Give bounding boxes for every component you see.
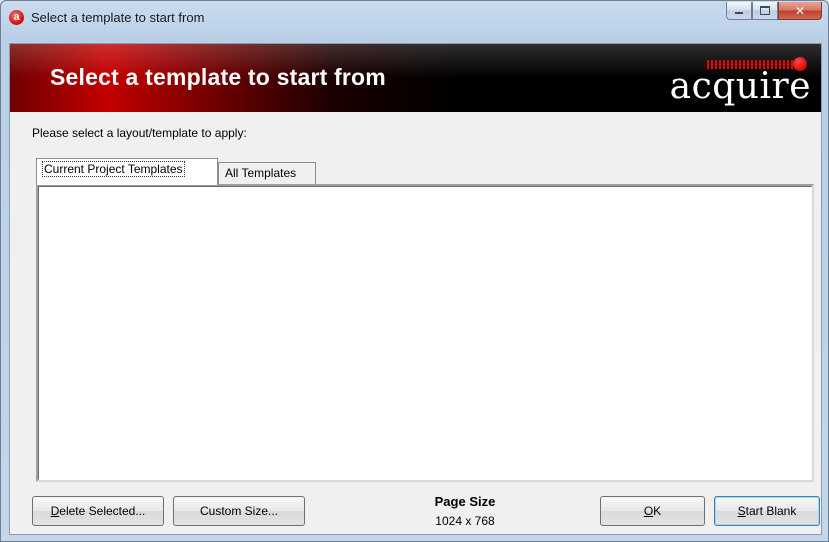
tab-current-project-templates[interactable]: Current Project Templates	[36, 158, 218, 185]
banner-title: Select a template to start from	[50, 64, 386, 90]
delete-selected-button[interactable]: Delete Selected...	[32, 496, 164, 526]
close-button[interactable]: ✕	[778, 2, 822, 20]
button-mnemonic: O	[643, 504, 654, 518]
instruction-label: Please select a layout/template to apply…	[32, 126, 247, 140]
start-blank-button[interactable]: Start Blank	[714, 496, 820, 526]
template-list[interactable]	[36, 184, 814, 482]
header-banner: Select a template to start from acquire	[10, 44, 821, 112]
tab-all-templates[interactable]: All Templates	[218, 162, 316, 184]
close-icon: ✕	[794, 3, 806, 18]
minimize-button[interactable]	[726, 2, 752, 20]
acquire-logo: acquire	[647, 50, 817, 107]
page-size-value: 1024 x 768	[435, 514, 495, 528]
caption-buttons: ✕	[726, 2, 822, 20]
button-label-part: elete Selected...	[59, 504, 146, 518]
minimize-icon	[735, 12, 743, 14]
page-size-label: Page Size	[434, 494, 496, 509]
ok-button[interactable]: OK	[600, 496, 705, 526]
window-title: Select a template to start from	[31, 10, 205, 25]
button-label-part: K	[653, 504, 662, 518]
template-list-body	[38, 186, 812, 480]
dialog-window: a Select a template to start from ✕ Sele…	[0, 0, 829, 542]
button-mnemonic: S	[737, 504, 746, 518]
tab-label: All Templates	[225, 166, 297, 180]
tab-label: Current Project Templates	[42, 161, 185, 177]
button-mnemonic: D	[50, 504, 60, 518]
acquire-app-icon[interactable]: a	[9, 10, 24, 25]
logo-text: acquire	[669, 66, 811, 107]
maximize-icon	[760, 6, 770, 15]
custom-size-button[interactable]: Custom Size...	[173, 496, 305, 526]
button-label-part: tart Blank	[745, 504, 797, 518]
maximize-button[interactable]	[752, 2, 778, 20]
title-bar[interactable]: a Select a template to start from ✕	[1, 1, 828, 35]
dialog-client-area: Select a template to start from acquire …	[9, 43, 822, 535]
